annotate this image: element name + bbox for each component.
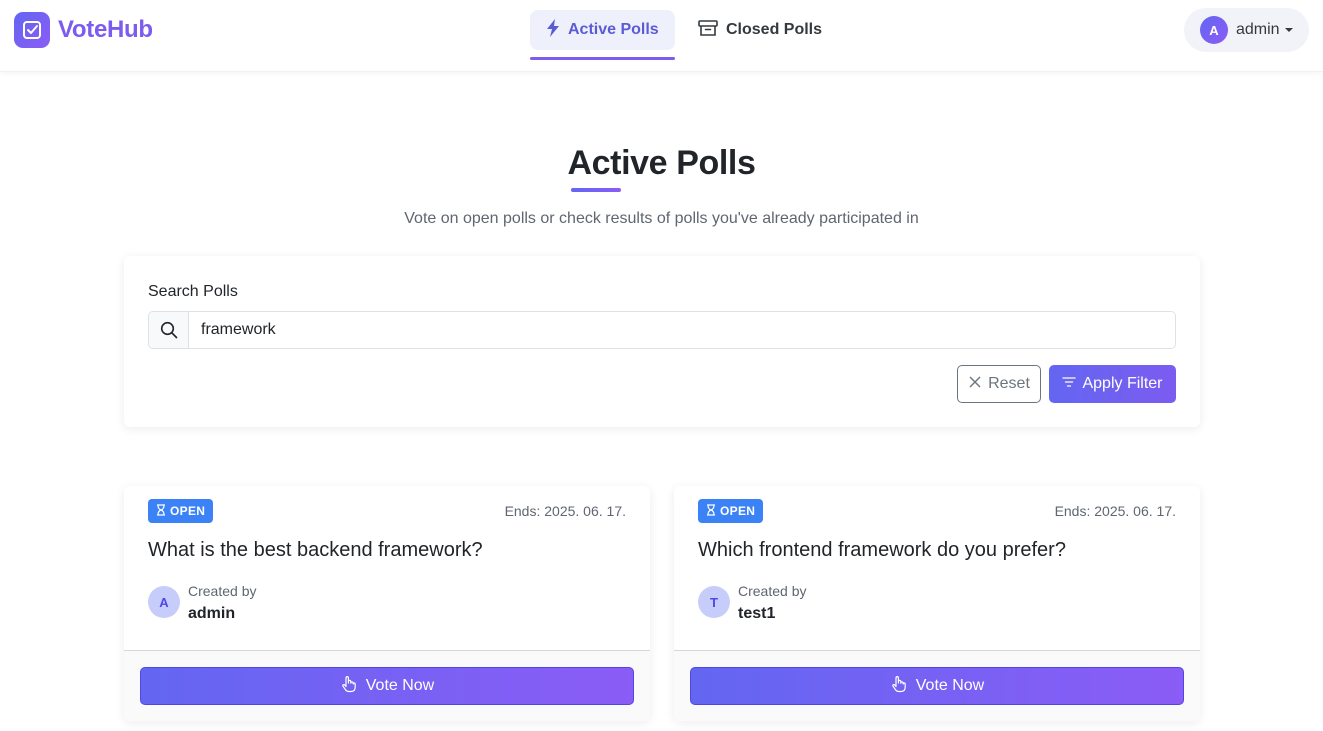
filter-icon [1062, 375, 1077, 393]
lightning-icon [546, 18, 560, 42]
page-subtitle: Vote on open polls or check results of p… [404, 210, 919, 227]
search-label: Search Polls [148, 283, 238, 300]
reset-button-label: Reset [988, 375, 1030, 392]
tab-closed-polls-label: Closed Polls [726, 21, 823, 38]
apply-filter-button[interactable]: Apply Filter [1049, 365, 1176, 403]
status-badge: OPEN [148, 499, 214, 523]
poll-end-date: Ends: 2025. 06. 17. [504, 503, 626, 519]
search-filter-card: Search Polls Reset Apply Filter [124, 256, 1200, 427]
vote-now-button-label: Vote Now [915, 677, 985, 694]
top-navbar: VoteHub Active Polls Closed Polls A admi… [0, 0, 1323, 72]
hourglass-icon [706, 503, 716, 519]
vote-now-button[interactable]: Vote Now [140, 667, 634, 705]
search-icon [149, 312, 189, 348]
apply-filter-button-label: Apply Filter [1082, 375, 1163, 392]
checkbox-logo-icon [14, 12, 50, 48]
hand-pointer-icon [340, 675, 358, 698]
archive-icon [698, 19, 718, 42]
poll-question: What is the best backend framework? [148, 539, 483, 561]
user-name: admin [1236, 21, 1280, 38]
created-by-label: Created by [738, 583, 807, 599]
search-input[interactable] [189, 312, 1175, 348]
status-badge-label: OPEN [170, 504, 206, 518]
hourglass-icon [156, 503, 166, 519]
vote-now-button-label: Vote Now [365, 677, 435, 694]
vote-now-button[interactable]: Vote Now [690, 667, 1184, 705]
close-icon [968, 375, 982, 394]
creator-avatar: T [698, 586, 730, 618]
reset-button[interactable]: Reset [957, 365, 1041, 403]
brand-link[interactable]: VoteHub [14, 12, 153, 48]
tab-closed-polls[interactable]: Closed Polls [682, 10, 838, 50]
tab-active-polls[interactable]: Active Polls [530, 10, 675, 60]
created-by-label: Created by [188, 583, 257, 599]
hand-pointer-icon [890, 675, 908, 698]
brand-name: VoteHub [58, 16, 153, 43]
poll-card-footer: Vote Now [674, 650, 1200, 721]
title-underline [571, 188, 621, 192]
creator-name: admin [188, 605, 236, 622]
poll-card-footer: Vote Now [124, 650, 650, 721]
creator-name: test1 [738, 605, 776, 622]
creator-avatar: A [148, 586, 180, 618]
poll-card: OPEN Ends: 2025. 06. 17. What is the bes… [124, 486, 650, 721]
status-badge-label: OPEN [720, 504, 756, 518]
poll-question: Which frontend framework do you prefer? [698, 539, 1066, 561]
page-title: Active Polls [567, 144, 756, 182]
status-badge: OPEN [698, 499, 764, 523]
caret-down-icon [1284, 28, 1293, 32]
poll-card: OPEN Ends: 2025. 06. 17. Which frontend … [674, 486, 1200, 721]
poll-end-date: Ends: 2025. 06. 17. [1054, 503, 1176, 519]
avatar: A [1200, 16, 1228, 44]
search-input-group [148, 311, 1176, 349]
tab-active-polls-label: Active Polls [568, 21, 659, 38]
user-menu-dropdown[interactable]: A admin [1184, 8, 1309, 52]
